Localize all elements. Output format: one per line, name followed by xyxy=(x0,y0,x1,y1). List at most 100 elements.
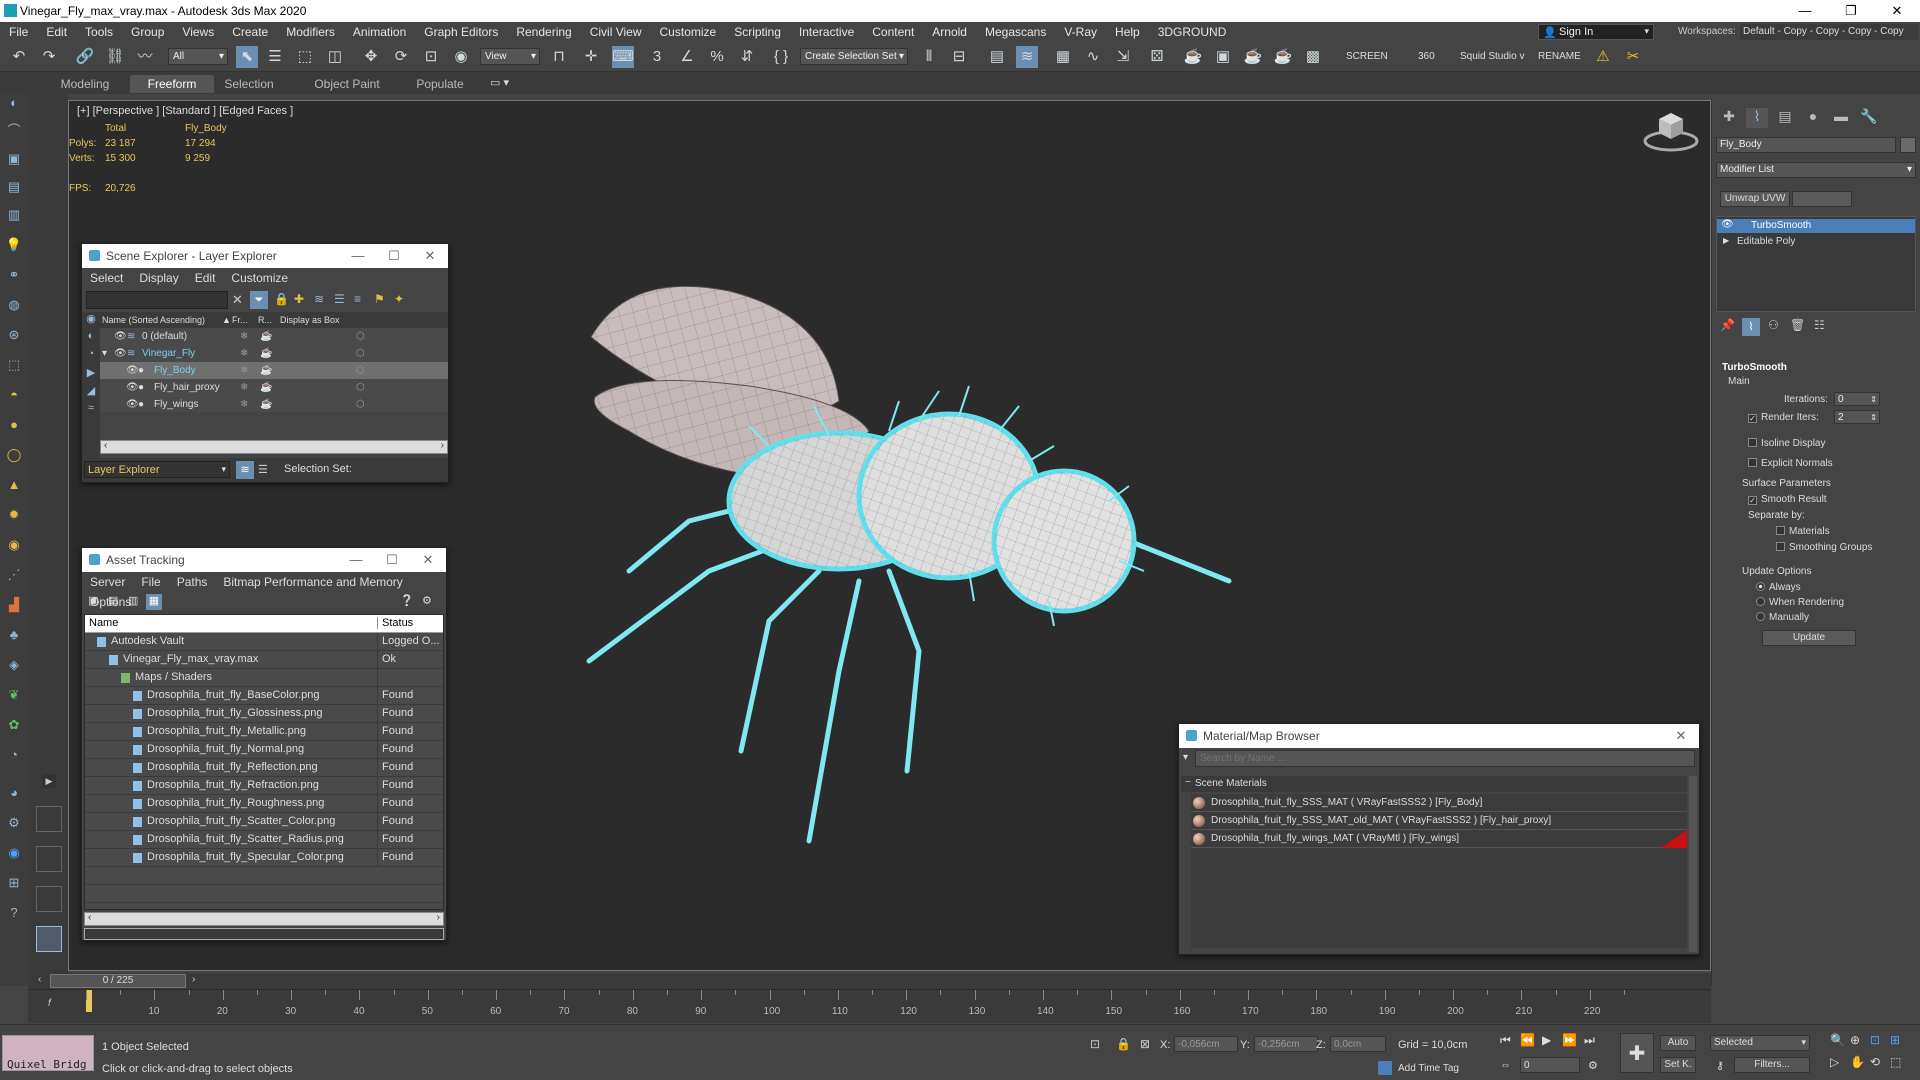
qr-icon[interactable]: ▩ xyxy=(1302,46,1324,68)
update-button[interactable]: Update xyxy=(1762,630,1856,646)
time-tag-icon[interactable] xyxy=(1378,1061,1392,1075)
auto-key-button[interactable]: Auto xyxy=(1660,1035,1696,1051)
keyboard-shortcut-icon[interactable]: ⌨ xyxy=(612,46,634,68)
se-menu-select[interactable]: Select xyxy=(82,268,131,288)
box-icon[interactable]: ▣ xyxy=(5,150,23,168)
add-to-layer-icon[interactable]: ≋ xyxy=(314,292,324,306)
menu-scripting[interactable]: Scripting xyxy=(725,22,790,42)
foliage-icon[interactable]: ✿ xyxy=(5,716,23,734)
render-frame-icon[interactable]: ▣ xyxy=(1212,46,1234,68)
snap-toggle-icon[interactable]: 3 xyxy=(646,46,668,68)
mirror-icon[interactable]: ⫴ xyxy=(918,46,940,68)
menu-graph-editors[interactable]: Graph Editors xyxy=(415,22,507,42)
make-unique-icon[interactable]: ⚇ xyxy=(1768,318,1779,332)
selection-filter-dropdown[interactable]: All ▾ xyxy=(168,48,228,65)
filters-button[interactable]: Filters... xyxy=(1734,1057,1810,1073)
particle-icon[interactable]: ⚭ xyxy=(5,266,23,284)
chevron-down-icon[interactable]: ▾ xyxy=(1183,752,1188,763)
maximize-button[interactable]: ☐ xyxy=(376,244,412,268)
menu-create[interactable]: Create xyxy=(223,22,277,42)
layers-toggle-icon[interactable]: ≋ xyxy=(236,461,254,479)
sun-icon[interactable]: ✹ xyxy=(5,506,23,524)
next-frame-icon[interactable]: › xyxy=(192,974,195,985)
highlight-icon[interactable]: ✦ xyxy=(394,292,404,306)
tree-row[interactable]: 👁 ● Fly_hair_proxy ❄ ☕ ⬡ xyxy=(100,379,448,396)
link-icon[interactable]: 🔗 xyxy=(74,46,96,68)
layer-props-icon[interactable]: ☰ xyxy=(334,292,345,306)
play-icon[interactable]: ▶ xyxy=(1542,1033,1551,1047)
set-key-big-button[interactable]: ✚ xyxy=(1620,1033,1654,1073)
se-col-render[interactable]: R... xyxy=(258,312,272,328)
tab-freeform[interactable]: Freeform xyxy=(130,75,214,93)
zoom-extents-all-icon[interactable]: ⊞ xyxy=(1890,1033,1900,1047)
list-view-icon[interactable]: ▤ xyxy=(108,594,118,607)
collapse-icon[interactable]: ▾ xyxy=(102,345,107,362)
at-menu-bitmap[interactable]: Bitmap Performance and Memory xyxy=(215,572,410,592)
scale-icon[interactable]: ⊡ xyxy=(420,46,442,68)
material-editor-icon[interactable]: ⚄ xyxy=(1146,46,1168,68)
bind-spacewarp-icon[interactable]: 〰 xyxy=(134,46,156,68)
y-coord-field[interactable]: -0,256cm xyxy=(1254,1036,1318,1052)
pin-stack-icon[interactable]: 📌 xyxy=(1720,318,1735,332)
key-filter-icon[interactable]: ⚷ xyxy=(1716,1059,1724,1072)
geosphere-icon[interactable]: ◉ xyxy=(5,536,23,554)
place-icon[interactable]: ◉ xyxy=(450,46,472,68)
layer-stack-icon[interactable]: ≡ xyxy=(354,292,361,306)
systems-icon[interactable]: ⬚ xyxy=(5,356,23,374)
se-col-display-box[interactable]: Display as Box xyxy=(280,312,340,328)
warning-icon[interactable]: ⚠ xyxy=(1592,46,1614,68)
filter-icon[interactable]: ⏷ xyxy=(250,291,268,309)
table-row[interactable]: Drosophila_fruit_fly_Reflection.png Found xyxy=(85,759,443,777)
track-bar[interactable]: 𝑓 10 20 30 40 50 60 70 80 90 100 110 120 130 140 150 16… xyxy=(28,989,1711,1023)
box-display-icon[interactable]: ⬡ xyxy=(356,328,365,345)
tab-selection[interactable]: Selection xyxy=(214,75,284,93)
tree-row[interactable]: 👁 ● Fly_Body ❄ ☕ ⬡ xyxy=(100,362,448,379)
box-display-icon[interactable]: ⬡ xyxy=(356,396,365,413)
mb-vscrollbar[interactable] xyxy=(1689,776,1697,952)
smoothing-groups-checkbox[interactable] xyxy=(1776,542,1785,551)
expand-icon[interactable]: ▶ xyxy=(1723,236,1729,245)
materials-row[interactable]: Materials xyxy=(1776,526,1830,537)
close-button[interactable]: ✕ xyxy=(1663,724,1699,748)
menu-content[interactable]: Content xyxy=(863,22,923,42)
shapes-icon[interactable]: ⌒ xyxy=(5,122,23,140)
add-time-tag[interactable]: Add Time Tag xyxy=(1398,1063,1459,1074)
helper-icon[interactable]: ◍ xyxy=(5,296,23,314)
scene-explorer-titlebar[interactable]: Scene Explorer - Layer Explorer — ☐ ✕ xyxy=(82,244,448,268)
modifier-editable-poly[interactable]: ▶ Editable Poly xyxy=(1717,235,1915,249)
object-name-input[interactable]: Fly_Body xyxy=(1716,137,1896,153)
angle-snap-icon[interactable]: ∠ xyxy=(676,46,698,68)
visible-eye-icon[interactable]: 👁 xyxy=(126,379,139,396)
menu-tools[interactable]: Tools xyxy=(76,22,122,42)
time-slider-thumb[interactable]: 0 / 225 xyxy=(50,974,186,988)
material-browser-titlebar[interactable]: Material/Map Browser ✕ xyxy=(1179,724,1699,748)
se-search-input[interactable] xyxy=(86,291,228,309)
at-col-name[interactable]: Name xyxy=(89,617,118,629)
manipulate-icon[interactable]: ✛ xyxy=(580,46,602,68)
toggle-layer-explorer-icon[interactable]: ≋ xyxy=(1016,46,1038,68)
render-iters-row[interactable]: ✓ Render Iters: xyxy=(1748,412,1819,423)
refresh-icon[interactable]: ▣ xyxy=(88,594,98,607)
empty-modifier-button[interactable] xyxy=(1792,191,1852,207)
scroll-right-icon[interactable]: › xyxy=(437,912,440,923)
isolate-icon[interactable]: ⊡ xyxy=(1090,1037,1100,1051)
select-by-name-icon[interactable]: ☰ xyxy=(264,46,286,68)
undo-icon[interactable]: ↶ xyxy=(8,46,30,68)
configure-sets-icon[interactable]: ☷ xyxy=(1814,318,1825,332)
material-row[interactable]: Drosophila_fruit_fly_SSS_MAT_old_MAT ( V… xyxy=(1191,812,1687,830)
render-setup-icon[interactable]: ☕ xyxy=(1182,46,1204,68)
table-row[interactable]: Drosophila_fruit_fly_Scatter_Radius.png F… xyxy=(85,831,443,849)
orbit-icon[interactable]: ⟲ xyxy=(1870,1055,1880,1069)
layout-2-icon[interactable] xyxy=(36,846,62,872)
material-row[interactable]: Drosophila_fruit_fly_wings_MAT ( VRayMtl… xyxy=(1191,830,1687,848)
render-iters-checkbox[interactable]: ✓ xyxy=(1748,414,1757,423)
move-icon[interactable]: ✥ xyxy=(360,46,382,68)
torus-icon[interactable]: ◯ xyxy=(5,446,23,464)
table-row[interactable]: Drosophila_fruit_fly_Normal.png Found xyxy=(85,741,443,759)
menu-customize[interactable]: Customize xyxy=(651,22,726,42)
screen-label[interactable]: SCREEN xyxy=(1346,51,1388,62)
table-row[interactable]: Drosophila_fruit_fly_Scatter_Color.png Fo… xyxy=(85,813,443,831)
grass-icon[interactable]: ❦ xyxy=(5,686,23,704)
tree-row[interactable]: 👁 ● Fly_wings ❄ ☕ ⬡ xyxy=(100,396,448,413)
signin-box[interactable]: 👤 Sign In ▾ xyxy=(1538,24,1654,40)
